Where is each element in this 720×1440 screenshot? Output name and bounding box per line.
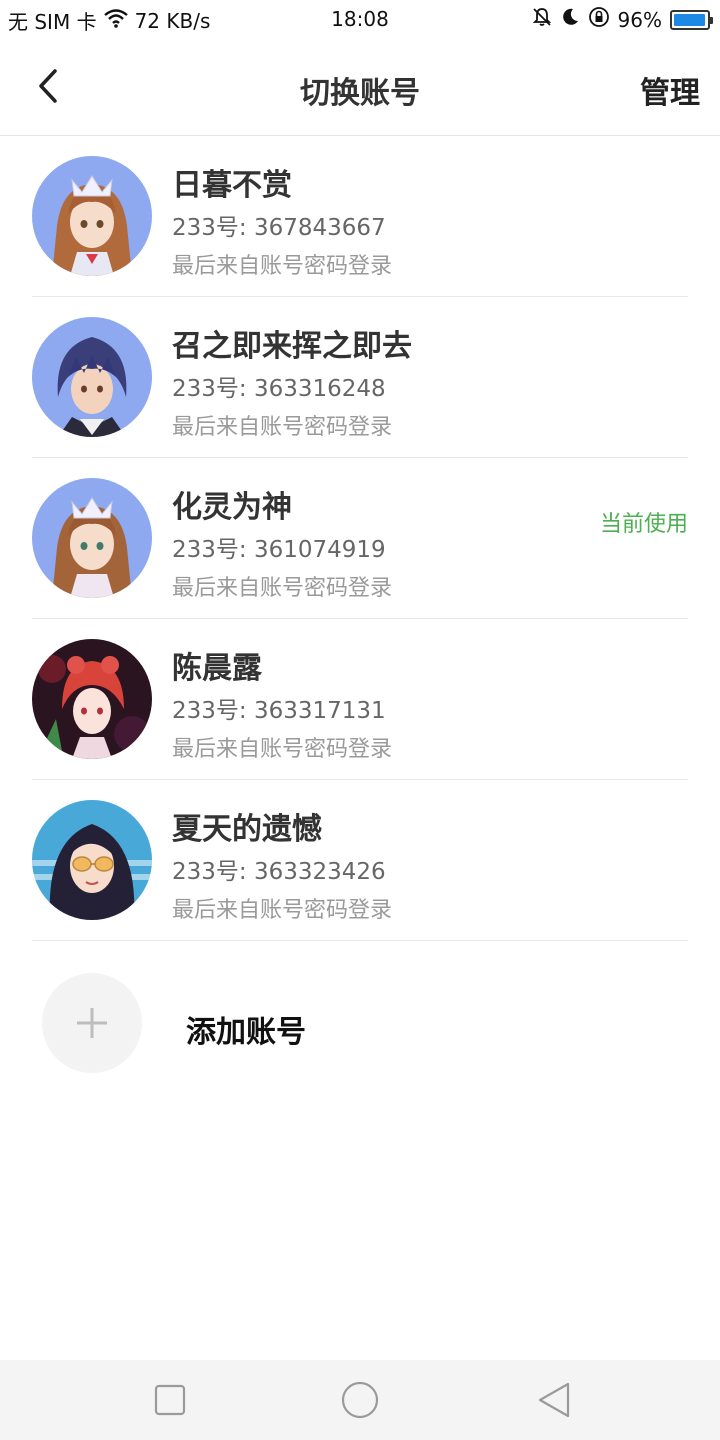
manage-button[interactable]: 管理 [640,68,700,112]
account-name: 夏天的遗憾 [172,812,322,847]
account-name: 日暮不赏 [172,168,292,203]
add-account-label: 添加账号 [186,1015,306,1050]
add-account-button[interactable]: 添加账号 [0,945,720,1095]
account-id: 233号: 367843667 [172,215,386,241]
last-login-method: 最后来自账号密码登录 [172,737,393,762]
account-name: 召之即来挥之即去 [172,329,412,364]
account-name: 陈晨露 [172,651,262,686]
avatar [32,639,152,759]
mute-icon [532,7,552,32]
account-list: 日暮不赏 233号: 367843667 最后来自账号密码登录 召之即来挥之即去… [0,136,720,941]
last-login-method: 最后来自账号密码登录 [172,415,393,440]
account-item[interactable]: 陈晨露 233号: 363317131 最后来自账号密码登录 [32,619,688,780]
status-bar: 无 SIM 卡 72 KB/s 18:08 96% [0,0,720,38]
last-login-method: 最后来自账号密码登录 [172,576,393,601]
account-id: 233号: 361074919 [172,537,386,563]
system-back-button[interactable] [534,1380,574,1420]
home-circle-icon [341,1381,379,1419]
battery-percent: 96% [617,7,662,32]
last-login-method: 最后来自账号密码登录 [172,898,393,923]
account-item[interactable]: 夏天的遗憾 233号: 363323426 最后来自账号密码登录 [32,780,688,941]
rotation-lock-icon [588,6,610,33]
plus-icon [77,1008,107,1038]
avatar [32,800,152,920]
account-id: 233号: 363323426 [172,859,386,885]
battery-icon [670,9,713,30]
avatar [32,156,152,276]
moon-icon [560,7,580,32]
recents-square-icon [154,1384,186,1416]
recents-button[interactable] [150,1380,190,1420]
current-account-badge: 当前使用 [599,512,688,537]
account-item[interactable]: 召之即来挥之即去 233号: 363316248 最后来自账号密码登录 [32,297,688,458]
top-app-bar: 切换账号 管理 [0,38,720,136]
add-account-circle[interactable] [42,973,142,1073]
back-triangle-icon [538,1382,570,1418]
account-id: 233号: 363316248 [172,376,386,402]
account-item[interactable]: 日暮不赏 233号: 367843667 最后来自账号密码登录 [32,136,688,297]
system-nav-bar [0,1360,720,1440]
avatar [32,317,152,437]
home-button[interactable] [340,1380,380,1420]
page-title: 切换账号 [300,76,420,111]
account-name: 化灵为神 [172,490,292,525]
last-login-method: 最后来自账号密码登录 [172,254,393,279]
account-item[interactable]: 化灵为神 233号: 361074919 最后来自账号密码登录 当前使用 [32,458,688,619]
status-right: 96% [532,6,713,33]
avatar [32,478,152,598]
battery-fill [674,13,705,26]
account-id: 233号: 363317131 [172,698,386,724]
